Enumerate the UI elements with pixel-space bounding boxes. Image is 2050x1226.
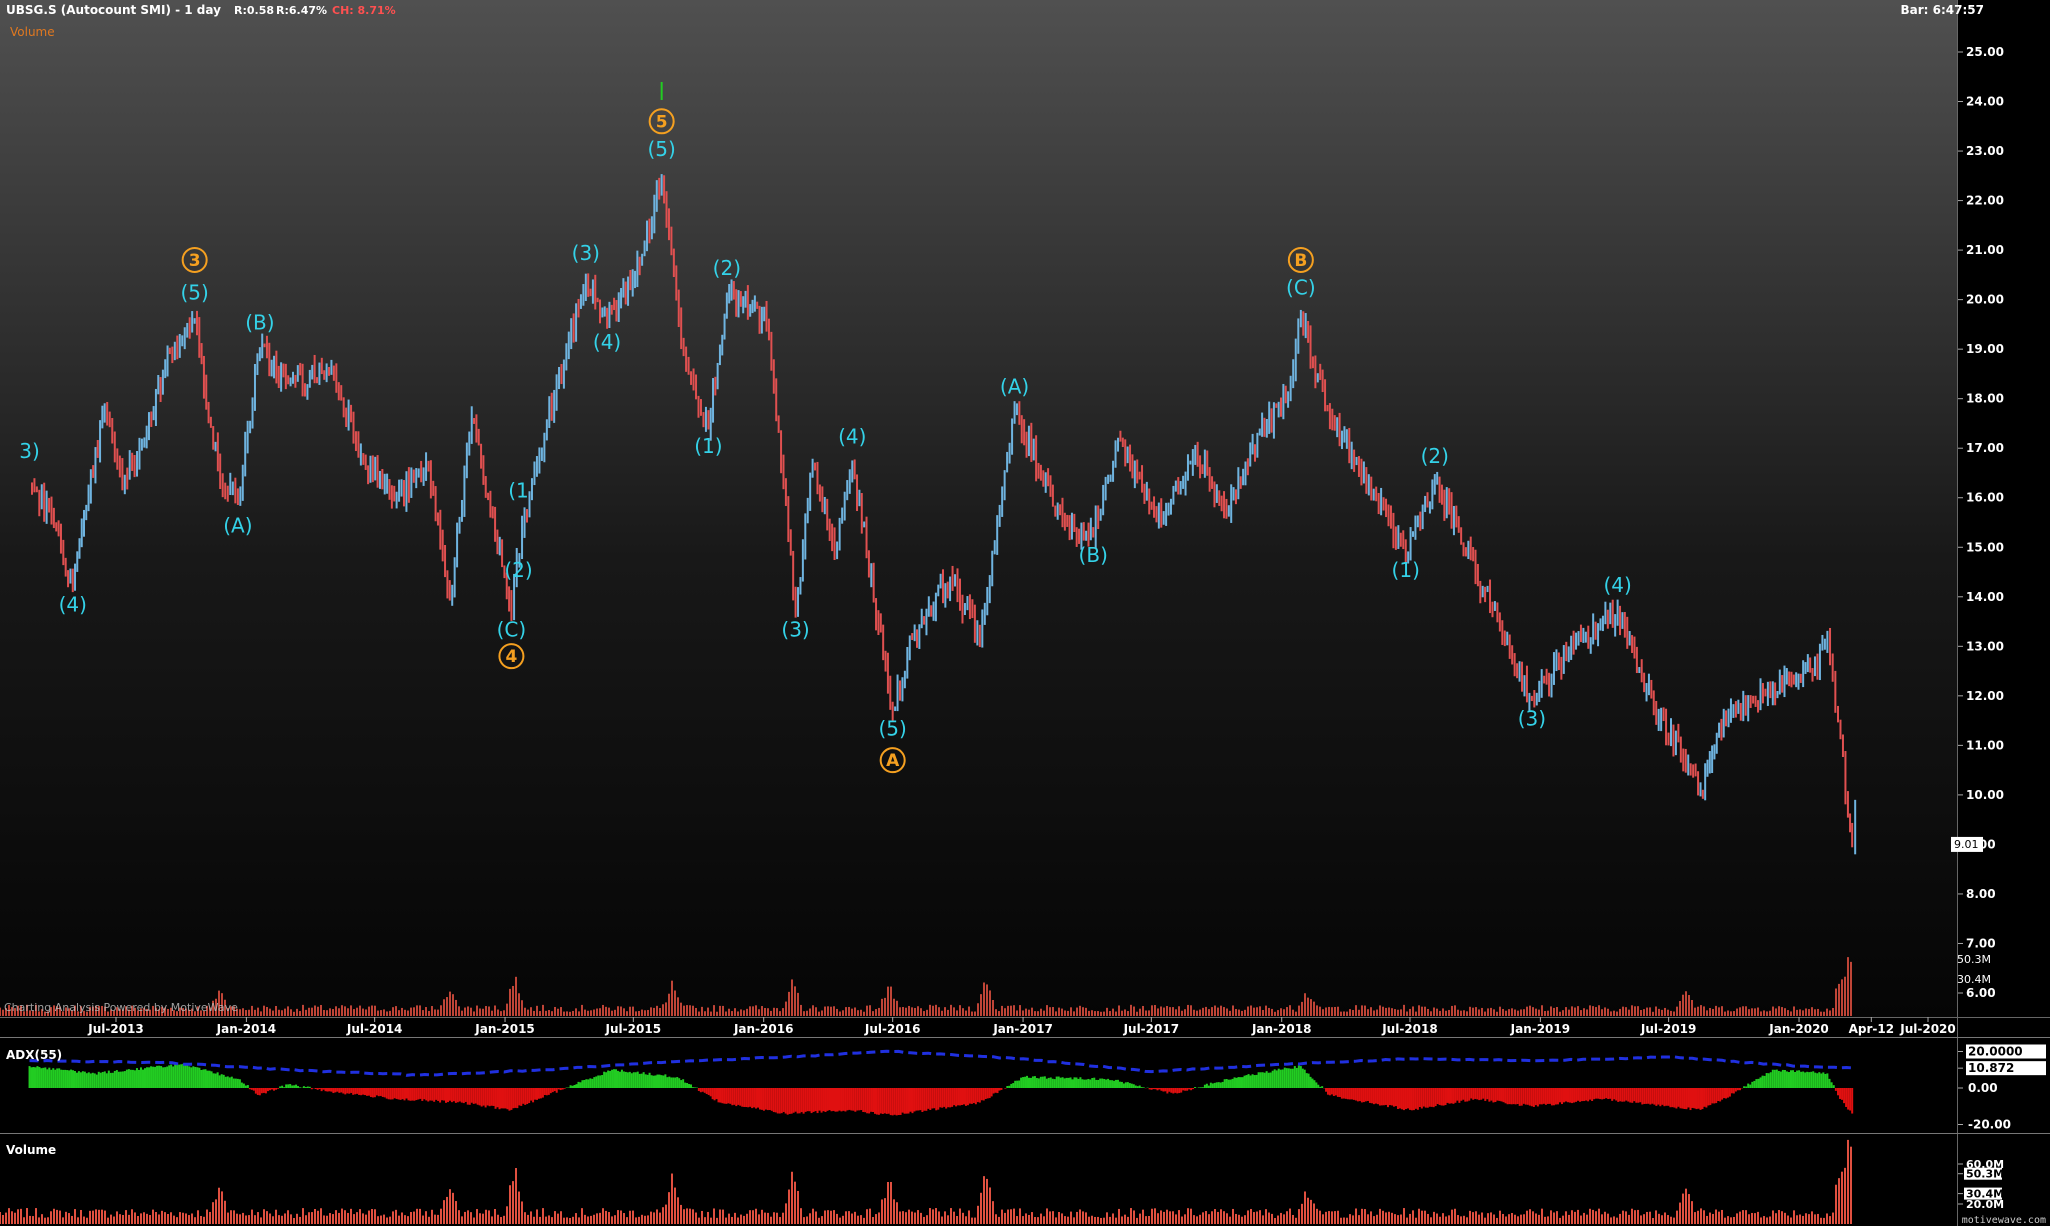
wave-minor-label: (5) bbox=[879, 716, 907, 740]
wave-minor-label: (A) bbox=[223, 513, 252, 537]
price-axis-label: 21.00 bbox=[1966, 243, 2004, 257]
price-axis-label: 6.00 bbox=[1966, 986, 1996, 1000]
wave-minor-label: (B) bbox=[245, 310, 274, 334]
adx-axis-label: -20.00 bbox=[1968, 1118, 2011, 1132]
site-mark: motivewave.com bbox=[1962, 1215, 2046, 1226]
wave-major-label: A bbox=[886, 751, 900, 771]
wave-minor-label: (1 bbox=[508, 479, 529, 503]
wave-major-label: 4 bbox=[506, 647, 518, 667]
wave-minor-label: (3) bbox=[572, 241, 600, 265]
wave-minor-label: (C) bbox=[1286, 276, 1316, 300]
price-axis-label: 19.00 bbox=[1966, 342, 2004, 356]
adx-axis-label: 0.00 bbox=[1968, 1081, 1998, 1095]
price-axis-label: 20.00 bbox=[1966, 293, 2004, 307]
wave-minor-label: (4) bbox=[838, 424, 866, 448]
price-axis-label: 14.00 bbox=[1966, 590, 2004, 604]
time-axis-label: Jul-2015 bbox=[605, 1022, 662, 1036]
wave-minor-label: (B) bbox=[1079, 543, 1108, 567]
volume-overlay-label-50: 50.3M bbox=[1957, 953, 1991, 966]
price-axis-label: 15.00 bbox=[1966, 540, 2004, 554]
price-axis-label: 8.00 bbox=[1966, 887, 1996, 901]
time-axis-label: Jan-2017 bbox=[992, 1022, 1052, 1036]
price-axis-label: 17.00 bbox=[1966, 441, 2004, 455]
adx-axis-label: 10.872 bbox=[1968, 1061, 2014, 1075]
time-axis-label: Jul-2017 bbox=[1123, 1022, 1180, 1036]
wave-minor-label: (2) bbox=[504, 558, 532, 582]
r-value: R:0.58 bbox=[234, 4, 274, 17]
wave-minor-label: (3) bbox=[1518, 707, 1546, 731]
watermark: Charting Analysis Powered by MotiveWave bbox=[4, 1001, 238, 1014]
wave-minor-label: (1) bbox=[1392, 558, 1420, 582]
last-price-label: 9.01 bbox=[1954, 838, 1979, 851]
price-panel-background bbox=[0, 0, 1958, 1017]
price-axis-label: 25.00 bbox=[1966, 45, 2004, 59]
wave-minor-label: (C) bbox=[497, 617, 527, 641]
change-percent: CH: 8.71% bbox=[332, 4, 396, 17]
volume-overlay-label[interactable]: Volume bbox=[10, 25, 55, 39]
volume-axis-label: 20.0M bbox=[1966, 1198, 2004, 1211]
r-percent: R:6.47% bbox=[276, 4, 327, 17]
wave-minor-label: (3) bbox=[781, 617, 809, 641]
time-axis-label: Jan-2020 bbox=[1768, 1022, 1828, 1036]
volume-title[interactable]: Volume bbox=[6, 1143, 56, 1157]
price-axis-label: 13.00 bbox=[1966, 639, 2004, 653]
wave-minor-label: (5) bbox=[647, 137, 675, 161]
bar-timer: Bar: 6:47:57 bbox=[1901, 3, 1984, 17]
symbol-title[interactable]: UBSG.S (Autocount SMI) - 1 day bbox=[6, 3, 221, 17]
wave-minor-label: (2) bbox=[1421, 444, 1449, 468]
time-axis-label: Jan-2015 bbox=[474, 1022, 534, 1036]
wave-minor-label: (4) bbox=[59, 593, 87, 617]
price-axis-label: 11.00 bbox=[1966, 738, 2004, 752]
time-axis-label: Jul-2014 bbox=[346, 1022, 403, 1036]
time-axis-label: Jan-2014 bbox=[216, 1022, 276, 1036]
price-axis-label: 7.00 bbox=[1966, 936, 1996, 950]
wave-major-label: 5 bbox=[656, 112, 668, 132]
price-axis-label: 22.00 bbox=[1966, 194, 2004, 208]
time-axis-label: Jul-2016 bbox=[864, 1022, 921, 1036]
price-axis-label: 23.00 bbox=[1966, 144, 2004, 158]
price-axis-label: 16.00 bbox=[1966, 491, 2004, 505]
wave-minor-label: (A) bbox=[1000, 375, 1029, 399]
wave-major-label: 3 bbox=[189, 251, 201, 271]
time-axis-label: Jan-2018 bbox=[1251, 1022, 1311, 1036]
wave-major-label: B bbox=[1294, 251, 1307, 271]
time-axis-label: Jul-2018 bbox=[1381, 1022, 1438, 1036]
adx-title[interactable]: ADX(55) bbox=[6, 1048, 62, 1062]
price-axis-label: 24.00 bbox=[1966, 95, 2004, 109]
chart-canvas: 50.3M 30.4M 25.00 24.00 23.00 22.00 21.00 20.0… bbox=[0, 0, 2050, 1226]
price-axis-label: 12.00 bbox=[1966, 689, 2004, 703]
price-axis-label: 18.00 bbox=[1966, 392, 2004, 406]
time-axis-label: Jan-2019 bbox=[1510, 1022, 1570, 1036]
wave-minor-label: (4) bbox=[1603, 573, 1631, 597]
chart-window: 50.3M 30.4M 25.00 24.00 23.00 22.00 21.00 20.0… bbox=[0, 0, 2050, 1226]
time-axis-label: Jul-2019 bbox=[1640, 1022, 1697, 1036]
wave-minor-label: (1) bbox=[694, 434, 722, 458]
time-axis-label: Jul-2020 bbox=[1899, 1022, 1956, 1036]
wave-minor-label: 3) bbox=[19, 439, 40, 463]
volume-axis-label: 50.3M bbox=[1966, 1168, 2004, 1181]
time-axis-label: Jan-2016 bbox=[733, 1022, 793, 1036]
price-axis-label: 10.00 bbox=[1966, 788, 2004, 802]
volume-overlay-label-30: 30.4M bbox=[1957, 973, 1991, 986]
adx-axis-label: 20.0000 bbox=[1968, 1045, 2023, 1059]
wave-minor-label: (5) bbox=[180, 281, 208, 305]
wave-minor-label: (4) bbox=[593, 330, 621, 354]
wave-minor-label: (2) bbox=[713, 256, 741, 280]
time-axis-label: Jul-2013 bbox=[87, 1022, 144, 1036]
time-axis-label: Apr-12 bbox=[1849, 1022, 1894, 1036]
